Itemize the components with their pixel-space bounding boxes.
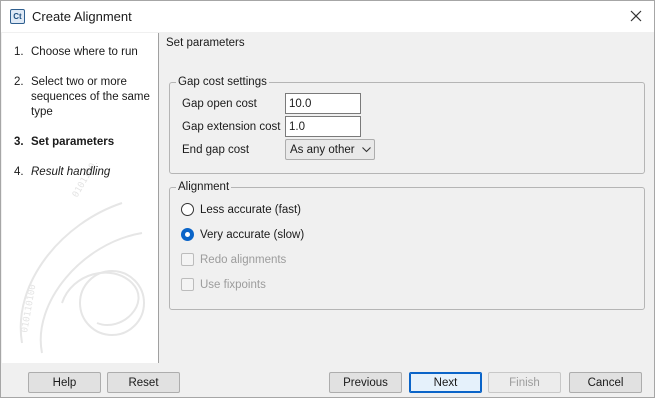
step-2-label: Select two or more sequences of the same… <box>31 76 150 118</box>
end-gap-dropdown-value: As any other <box>290 143 355 156</box>
less-accurate-radio[interactable] <box>181 203 194 216</box>
close-button[interactable] <box>626 6 646 26</box>
less-accurate-option[interactable]: Less accurate (fast) <box>181 203 301 216</box>
step-2: 2. Select two or more sequences of the s… <box>14 75 154 120</box>
alignment-legend: Alignment <box>176 180 232 194</box>
step-3-number: 3. <box>14 136 24 148</box>
step-2-number: 2. <box>14 76 24 88</box>
step-4: 4. Result handling <box>14 165 154 180</box>
alignment-group: Alignment Less accurate (fast) Very accu… <box>169 180 645 310</box>
help-button[interactable]: Help <box>28 372 101 393</box>
very-accurate-label: Very accurate (slow) <box>200 228 305 241</box>
step-3-label: Set parameters <box>31 136 115 148</box>
gap-extension-row: Gap extension cost <box>182 116 361 137</box>
gap-open-label: Gap open cost <box>182 97 257 110</box>
step-4-label: Result handling <box>31 166 111 178</box>
less-accurate-label: Less accurate (fast) <box>200 203 301 216</box>
next-button[interactable]: Next <box>409 372 482 393</box>
page-title: Set parameters <box>166 37 245 49</box>
parameters-panel: Set parameters Gap cost settings Gap ope… <box>160 33 654 363</box>
create-alignment-dialog: Ct Create Alignment 0101100101 010110100… <box>0 0 655 398</box>
step-1: 1. Choose where to run <box>14 45 154 60</box>
very-accurate-option[interactable]: Very accurate (slow) <box>181 228 304 241</box>
gap-open-input[interactable] <box>285 93 361 114</box>
use-fixpoints-label: Use fixpoints <box>200 278 266 291</box>
cancel-button[interactable]: Cancel <box>569 372 642 393</box>
end-gap-row: End gap cost As any other <box>182 139 375 160</box>
gap-extension-input[interactable] <box>285 116 361 137</box>
window-title: Create Alignment <box>32 9 132 24</box>
decorative-swirl: 0101100101 010110100 <box>19 163 145 354</box>
very-accurate-radio[interactable] <box>181 228 194 241</box>
chevron-down-icon <box>358 140 374 159</box>
close-icon <box>630 10 642 22</box>
use-fixpoints-checkbox <box>181 278 194 291</box>
step-4-number: 4. <box>14 166 24 178</box>
step-1-number: 1. <box>14 46 24 58</box>
reset-button[interactable]: Reset <box>107 372 180 393</box>
step-1-label: Choose where to run <box>31 46 138 58</box>
use-fixpoints-option: Use fixpoints <box>181 278 266 291</box>
redo-alignments-checkbox <box>181 253 194 266</box>
title-bar: Ct Create Alignment <box>1 1 654 32</box>
step-3: 3. Set parameters <box>14 135 154 150</box>
gap-extension-label: Gap extension cost <box>182 120 281 133</box>
redo-alignments-label: Redo alignments <box>200 253 287 266</box>
button-bar: Help Reset Previous Next Finish Cancel <box>1 364 654 397</box>
radio-selected-dot <box>185 232 190 237</box>
gap-open-row: Gap open cost <box>182 93 361 114</box>
end-gap-label: End gap cost <box>182 143 250 156</box>
gap-cost-settings-legend: Gap cost settings <box>176 75 269 89</box>
finish-button: Finish <box>488 372 561 393</box>
previous-button[interactable]: Previous <box>329 372 402 393</box>
app-icon: Ct <box>10 9 25 24</box>
wizard-steps-panel: 0101100101 010110100 1. Choose where to … <box>2 33 159 363</box>
gap-cost-settings-group: Gap cost settings Gap open cost Gap exte… <box>169 75 645 174</box>
redo-alignments-option: Redo alignments <box>181 253 286 266</box>
end-gap-dropdown[interactable]: As any other <box>285 139 375 160</box>
